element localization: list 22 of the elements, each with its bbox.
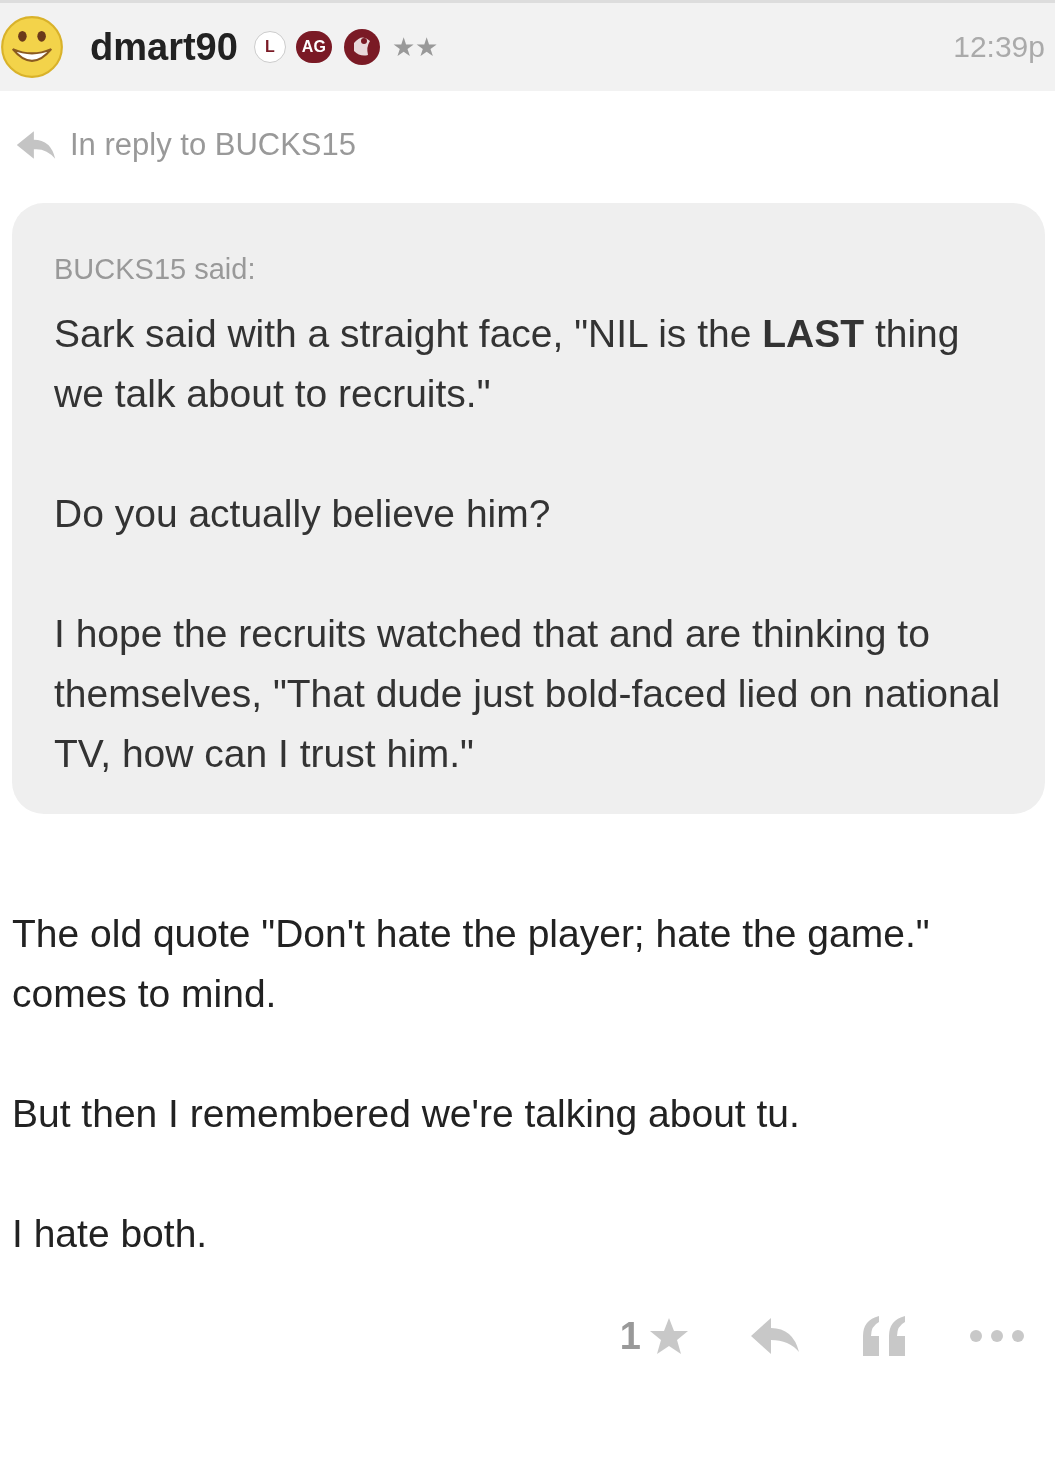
more-dots-icon (969, 1329, 1025, 1343)
reply-to-link[interactable]: In reply to BUCKS15 (70, 127, 357, 163)
quote-paragraph: Sark said with a straight face, "NIL is the LAST thing we talk about to recruits." (54, 311, 961, 417)
quote-paragraph: Do you actually believe him? (54, 491, 552, 537)
like-button[interactable]: 1 (619, 1314, 689, 1358)
reply-button[interactable] (749, 1316, 801, 1356)
post-paragraph: But then I remembered we're talking about tu. (12, 1091, 801, 1137)
rank-stars: ★★ (391, 31, 438, 63)
team-logo-icon (341, 27, 382, 67)
quote-attribution: BUCKS15 said: (54, 253, 257, 286)
quote-paragraph: I hope the recruits watched that and are thinking to themselves, "That dude just bold-faced lied on national TV, how can I trust him." (54, 611, 1002, 777)
user-badge: L (253, 31, 286, 63)
username[interactable]: dmart90 (90, 25, 238, 69)
smiley-avatar-icon (0, 15, 64, 79)
star-icon (649, 1316, 689, 1356)
post-paragraph: The old quote "Don't hate the player; hate the game." comes to mind. (12, 911, 931, 1017)
user-badge: AG (295, 31, 332, 63)
post-time: 12:39p (953, 30, 1045, 64)
more-button[interactable] (969, 1329, 1025, 1343)
reply-arrow-icon (749, 1316, 801, 1356)
post-paragraph: I hate both. (12, 1211, 209, 1257)
reply-arrow-icon (14, 129, 58, 161)
